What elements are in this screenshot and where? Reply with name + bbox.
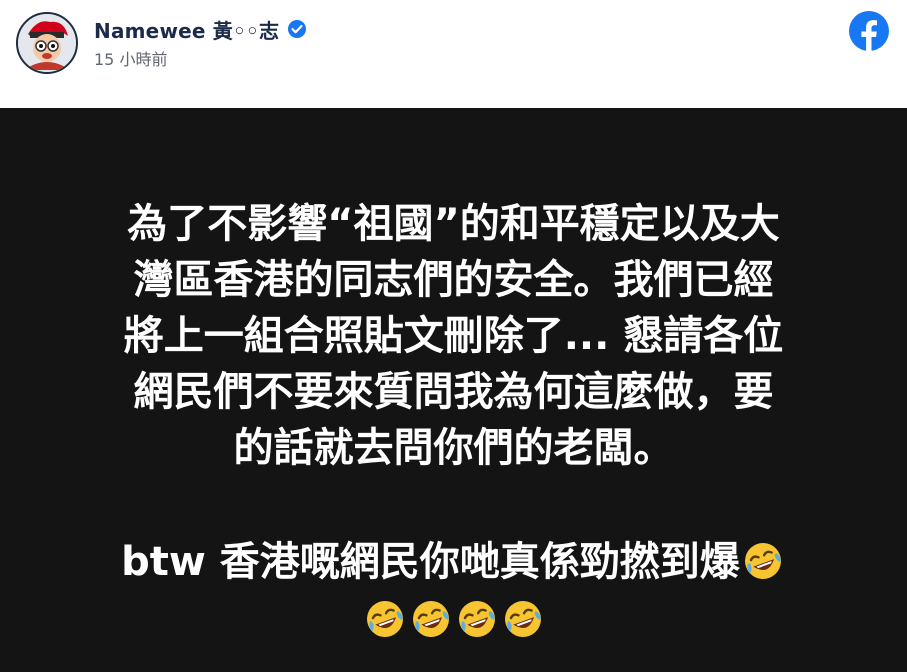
post-line-btw: btw 香港嘅網民你哋真係勁撚到爆 (40, 534, 867, 590)
post-image: 為了不影響“祖國”的和平穩定以及大 灣區香港的同志們的安全。我們已經 將上一組合… (0, 108, 907, 672)
post-timestamp[interactable]: 15 小時前 (94, 46, 167, 70)
author-row: Namewee 黃◦◦志 (94, 15, 307, 44)
rolling-on-the-floor-laughing-icon (501, 597, 545, 641)
rolling-on-the-floor-laughing-icon (455, 597, 499, 641)
avatar-illustration (18, 14, 76, 72)
rolling-on-the-floor-laughing-icon (363, 597, 407, 641)
post-header: Namewee 黃◦◦志 15 小時前 (0, 0, 907, 108)
verified-badge-icon (287, 19, 307, 39)
rolling-on-the-floor-laughing-icon (409, 597, 453, 641)
emoji-row (40, 592, 867, 648)
post-line: 為了不影響“祖國”的和平穩定以及大 (127, 201, 780, 247)
post-line-btw-text: btw 香港嘅網民你哋真係勁撚到爆 (121, 539, 740, 585)
rolling-on-the-floor-laughing-icon (741, 539, 785, 583)
avatar[interactable] (16, 12, 78, 74)
post-line: 的話就去問你們的老闆。 (233, 425, 674, 471)
post-line: 網民們不要來質問我為何這麼做，要 (133, 369, 774, 415)
facebook-logo-icon (848, 10, 890, 52)
post-text: 為了不影響“祖國”的和平穩定以及大 灣區香港的同志們的安全。我們已經 將上一組合… (40, 196, 867, 648)
post-line: 將上一組合照貼文刪除了... 懇請各位 (123, 313, 784, 359)
post-line: 灣區香港的同志們的安全。我們已經 (133, 257, 774, 303)
author-name[interactable]: Namewee 黃◦◦志 (94, 15, 279, 44)
